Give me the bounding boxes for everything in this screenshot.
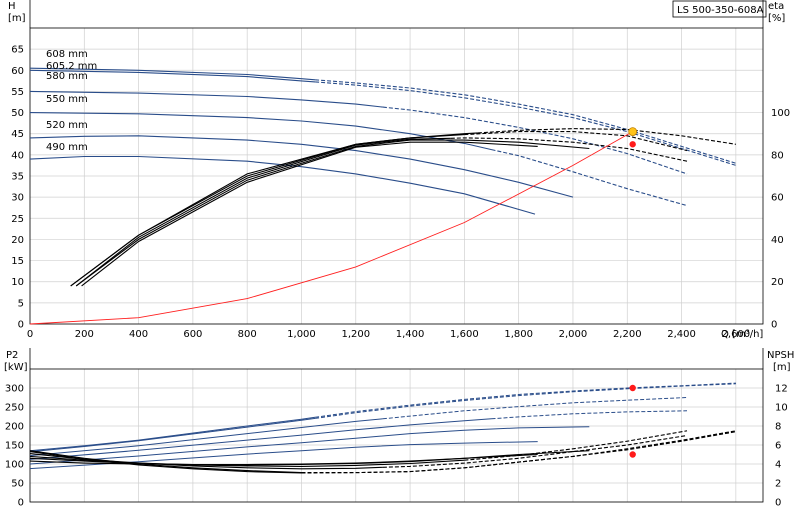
top-x-tick-5: 1,000 [287, 329, 316, 340]
top-y-tick-left-0: 0 [18, 320, 24, 331]
bottom-ylabel-left: P2 [6, 350, 18, 361]
bottom-y-tick-right-5: 10 [775, 403, 788, 414]
head-curve-label-0: 608 mm [46, 49, 88, 60]
bottom-y-tick-right-1: 2 [775, 479, 781, 490]
bottom-y-tick-left-3: 150 [5, 441, 24, 452]
power-curve-3-dashed [491, 410, 688, 420]
top-y-tick-right-5: 100 [771, 108, 790, 119]
head-efficiency-plot: 0 200 400 600 800 1,000 1,200 1,400 1,600 1,800 2,… [8, 0, 790, 340]
pump-performance-chart: LS 500-350-608A 0 200 400 600 800 1,000 1,200 1… [4, 0, 794, 509]
bottom-plot-frame [29, 368, 764, 503]
bottom-y-tick-left-0: 0 [18, 498, 24, 509]
head-curve-label-5: 490 mm [46, 142, 88, 153]
head-curve-3-solid [29, 112, 492, 151]
efficiency-curve-1-solid [70, 134, 465, 287]
top-y-tick-left-7: 35 [11, 172, 24, 183]
power-curve-0-solid [29, 416, 316, 452]
head-curve-0-dashed [315, 79, 737, 164]
top-y-tick-right-3: 60 [771, 193, 784, 204]
head-curve-label-3: 550 mm [46, 94, 88, 105]
top-x-tick-6: 1,200 [341, 329, 370, 340]
top-y-tick-right-4: 80 [771, 150, 784, 161]
top-x-tick-3: 600 [183, 329, 202, 340]
top-x-tick-2: 400 [129, 329, 148, 340]
top-ylabel-left-unit: [m] [8, 13, 26, 24]
head-curve-label-2: 580 mm [46, 71, 88, 82]
efficiency-curve-0-solid [70, 132, 478, 287]
top-ylabel-right: eta [768, 1, 784, 12]
top-y-tick-left-1: 5 [18, 298, 24, 309]
power-curve-4-solid [29, 426, 590, 465]
bottom-y-tick-left-1: 50 [11, 479, 24, 490]
model-label-box: LS 500-350-608A [672, 0, 767, 18]
duty-point-power [629, 384, 636, 392]
top-ylabel-right-unit: [%] [768, 13, 785, 24]
top-y-tick-left-11: 55 [11, 87, 24, 98]
system-curve [29, 131, 633, 325]
bottom-y-tick-right-6: 12 [775, 384, 788, 395]
bottom-ylabel-right: NPSH [767, 350, 794, 361]
top-x-tick-1: 200 [75, 329, 94, 340]
power-npsh-plot: 0 50 100 150 200 250 300 0 2 4 6 8 10 12 P2[kW] NPSH[m] [4, 348, 794, 509]
top-y-tick-left-13: 65 [11, 45, 24, 56]
duty-point-head [628, 127, 638, 137]
top-ylabel-left: H [8, 1, 16, 12]
top-y-tick-right-1: 20 [771, 277, 784, 288]
top-y-tick-left-8: 40 [11, 150, 24, 161]
bottom-ylabel-right-unit: [m] [773, 362, 791, 373]
model-label: LS 500-350-608A [677, 5, 764, 16]
top-y-tick-right-0: 0 [771, 320, 777, 331]
top-x-tick-12: 2,400 [667, 329, 696, 340]
top-x-tick-11: 2,200 [613, 329, 642, 340]
top-y-tick-left-2: 10 [11, 277, 24, 288]
top-x-tick-7: 1,400 [396, 329, 425, 340]
top-y-tick-left-3: 15 [11, 256, 24, 267]
top-x-tick-0: 0 [27, 329, 33, 340]
bottom-grid [29, 369, 763, 503]
efficiency-curve-4-solid [81, 141, 538, 287]
bottom-y-tick-left-2: 100 [5, 460, 24, 471]
power-curve-1-dashed [315, 383, 736, 419]
top-y-tick-left-5: 25 [11, 214, 24, 225]
head-curve-label-4: 520 mm [46, 120, 88, 131]
bottom-y-tick-right-0: 0 [775, 498, 781, 509]
duty-point-npsh [629, 451, 636, 458]
top-y-tick-right-2: 40 [771, 235, 784, 246]
bottom-y-tick-right-2: 4 [775, 460, 781, 471]
top-x-tick-10: 2,000 [559, 329, 588, 340]
bottom-y-tick-right-4: 8 [775, 422, 781, 433]
top-x-tick-9: 1,800 [504, 329, 533, 340]
top-y-tick-left-6: 30 [11, 193, 24, 204]
top-x-tick-8: 1,600 [450, 329, 479, 340]
efficiency-curve-2-solid [75, 137, 451, 287]
efficiency-curve-3-solid [75, 139, 590, 287]
bottom-y-tick-left-5: 250 [5, 403, 24, 414]
bottom-y-tick-right-3: 6 [775, 441, 781, 452]
bottom-ylabel-left-unit: [kW] [4, 362, 28, 373]
head-curve-1-dashed [315, 81, 737, 166]
top-y-tick-left-9: 45 [11, 129, 24, 140]
bottom-y-tick-left-4: 200 [5, 422, 24, 433]
bottom-y-tick-left-6: 300 [5, 384, 24, 395]
top-xlabel: Q [m³/h] [721, 329, 763, 340]
top-x-tick-4: 800 [238, 329, 257, 340]
top-y-tick-left-10: 50 [11, 108, 24, 119]
top-y-tick-left-4: 20 [11, 235, 24, 246]
duty-point-efficiency [629, 141, 636, 148]
top-y-tick-left-12: 60 [11, 66, 24, 77]
